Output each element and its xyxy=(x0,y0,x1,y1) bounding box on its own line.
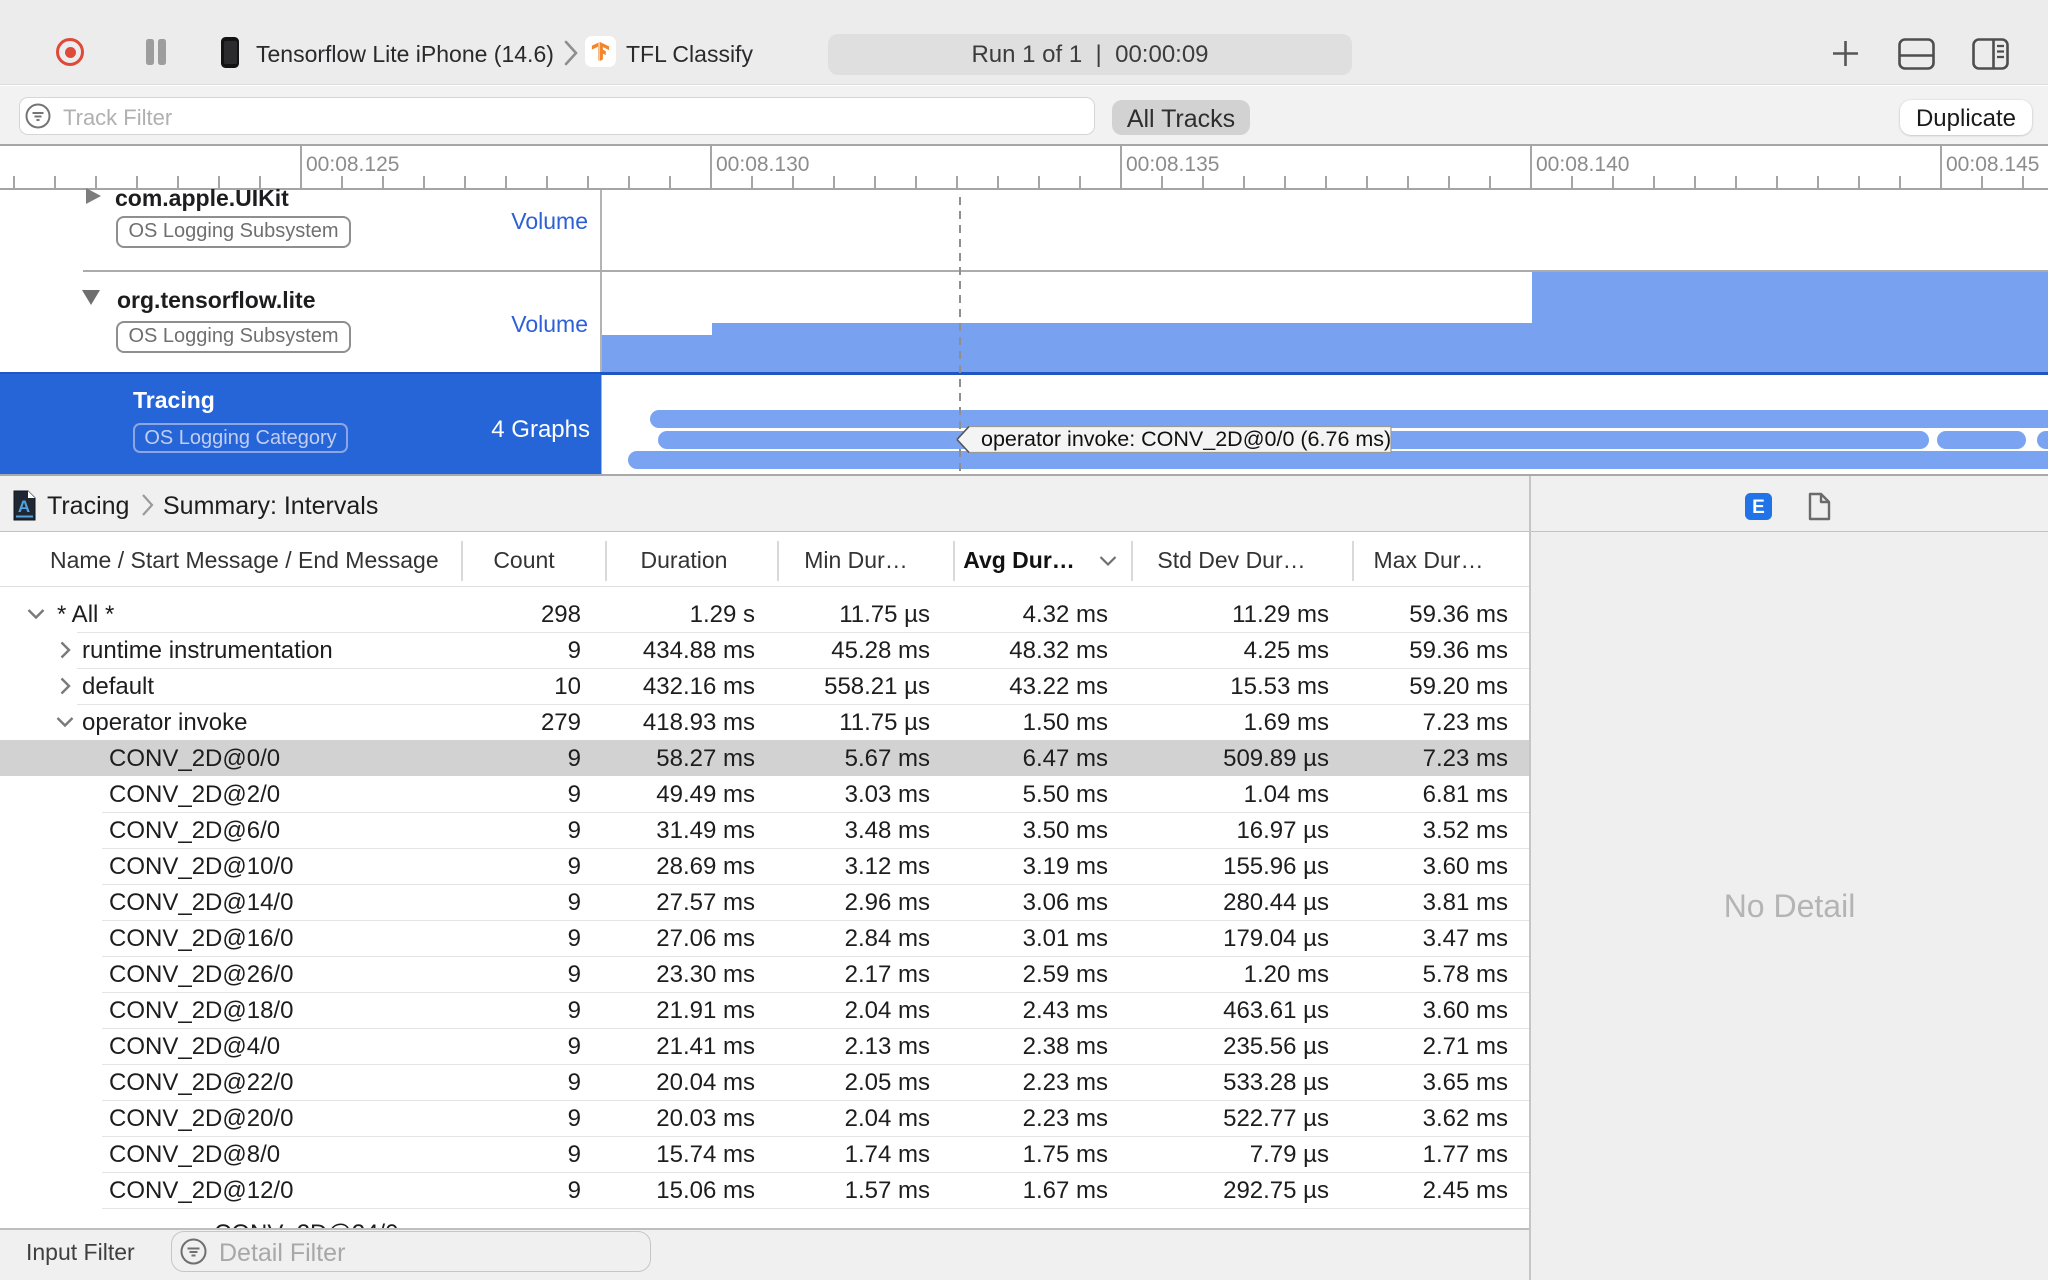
svg-text:A: A xyxy=(18,497,30,516)
